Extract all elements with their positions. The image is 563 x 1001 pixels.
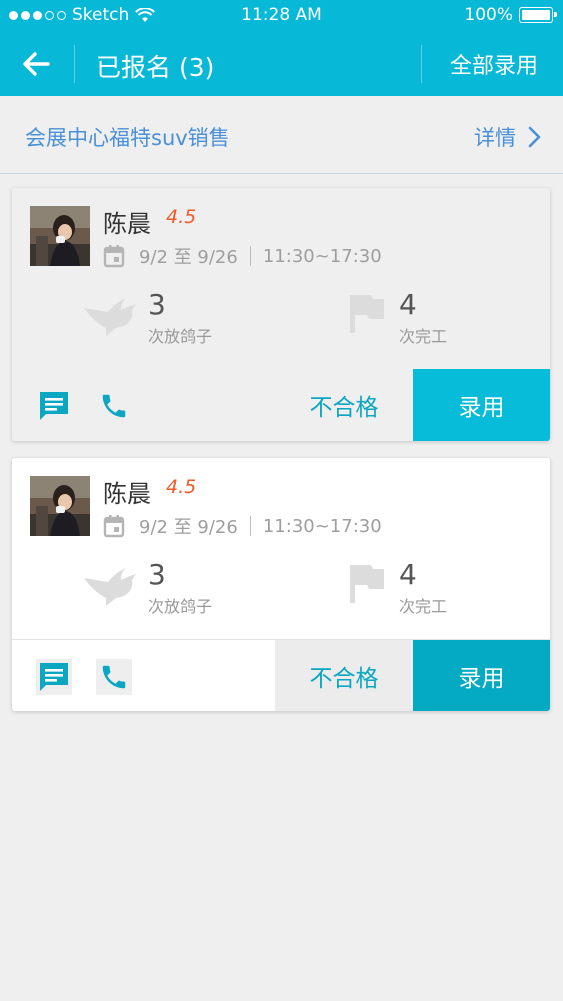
date-range: 9/2 至 9/26 (139, 247, 238, 268)
pigeon-count: 3 (148, 288, 166, 321)
job-detail-label: 详情 (474, 126, 516, 150)
arrow-left-icon (23, 52, 50, 76)
top-bar: Sketch 11:28 AM 100% 已报名 (3) 全部录用 (0, 0, 563, 96)
divider (249, 516, 251, 536)
phone-icon (102, 665, 126, 689)
chevron-right-icon (528, 126, 541, 148)
page-title: 已报名 (3) (96, 53, 215, 82)
date-range: 9/2 至 9/26 (139, 517, 238, 538)
divider (249, 246, 251, 266)
battery-percent: 100% (464, 5, 513, 25)
reject-button[interactable]: 不合格 (275, 369, 413, 441)
pigeon-label: 次放鸽子 (148, 327, 213, 346)
hire-button[interactable]: 录用 (413, 640, 550, 711)
hire-button[interactable]: 录用 (413, 369, 550, 441)
message-button[interactable] (36, 659, 72, 695)
applicant-card: 陈晨 4.5 9/2 至 9/26 11:30~17:30 3 次放鸽子 4 次… (12, 458, 550, 711)
pigeon-label: 次放鸽子 (148, 597, 213, 616)
card-actions: 不合格 录用 (12, 369, 550, 441)
calendar-icon (103, 515, 125, 538)
flag-icon (350, 295, 384, 333)
schedule-row: 9/2 至 9/26 11:30~17:30 (103, 513, 382, 539)
job-header: 会展中心福特suv销售 详情 (0, 96, 563, 174)
schedule-row: 9/2 至 9/26 11:30~17:30 (103, 243, 382, 269)
status-right: 100% (464, 5, 557, 25)
hire-all-button[interactable]: 全部录用 (450, 48, 538, 80)
avatar[interactable] (30, 206, 90, 266)
nav-bar: 已报名 (3) 全部录用 (0, 32, 563, 96)
time-range: 11:30~17:30 (262, 245, 382, 267)
flag-icon (350, 565, 384, 603)
done-count: 4 (399, 558, 417, 591)
job-title: 会展中心福特suv销售 (25, 126, 230, 150)
card-actions: 不合格 录用 (12, 639, 550, 711)
nav-divider (74, 45, 75, 83)
done-label: 次完工 (399, 327, 448, 346)
back-button[interactable] (20, 50, 52, 78)
nav-divider (421, 45, 422, 83)
applicant-card: 陈晨 4.5 9/2 至 9/26 11:30~17:30 3 次放鸽子 4 次… (12, 188, 550, 441)
pigeon-count: 3 (148, 558, 166, 591)
battery-icon (519, 7, 557, 23)
applicant-rating: 4.5 (166, 476, 197, 498)
call-button[interactable] (96, 388, 132, 424)
phone-icon (102, 394, 126, 418)
calendar-icon (103, 245, 125, 268)
applicant-name: 陈晨 (103, 480, 151, 508)
message-icon (40, 392, 68, 420)
avatar[interactable] (30, 476, 90, 536)
pigeon-icon (84, 298, 136, 336)
done-label: 次完工 (399, 597, 448, 616)
status-bar: Sketch 11:28 AM 100% (0, 0, 563, 32)
time-range: 11:30~17:30 (262, 515, 382, 537)
applicant-rating: 4.5 (166, 206, 197, 228)
pigeon-icon (84, 568, 136, 606)
message-icon (40, 663, 68, 691)
job-detail-link[interactable]: 详情 (474, 122, 541, 152)
applicant-name: 陈晨 (103, 210, 151, 238)
message-button[interactable] (36, 388, 72, 424)
call-button[interactable] (96, 659, 132, 695)
done-count: 4 (399, 288, 417, 321)
reject-button[interactable]: 不合格 (275, 640, 413, 711)
